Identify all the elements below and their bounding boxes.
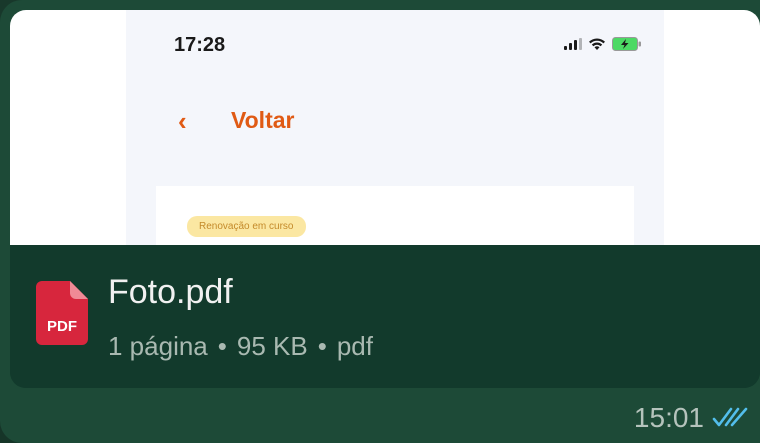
- file-size: 95 KB: [236, 331, 308, 361]
- signal-icon: [564, 38, 582, 50]
- preview-status-icons: [564, 37, 642, 51]
- file-pages: 1 página: [108, 331, 208, 361]
- back-chevron-icon: ‹: [178, 106, 187, 136]
- preview-phone-screenshot: 17:28 ‹ Voltar Renovação em curso: [126, 10, 664, 245]
- wifi-icon: [588, 37, 606, 51]
- file-name: Foto.pdf: [108, 273, 233, 311]
- preview-status-time: 17:28: [174, 34, 226, 56]
- file-info[interactable]: PDF Foto.pdf 1 página • 95 KB • pdf: [10, 245, 760, 388]
- preview-content-card: Renovação em curso: [156, 186, 634, 245]
- file-type: pdf: [336, 331, 373, 361]
- meta-separator: •: [317, 331, 327, 361]
- document-preview[interactable]: 17:28 ‹ Voltar Renovação em curso: [10, 10, 760, 245]
- file-meta: 1 página • 95 KB • pdf: [108, 331, 373, 362]
- double-check-icon: [712, 406, 750, 430]
- message-meta: 15:01: [634, 402, 750, 434]
- document-card[interactable]: 17:28 ‹ Voltar Renovação em curso PDF Fo…: [10, 10, 760, 388]
- status-badge: Renovação em curso: [187, 216, 306, 237]
- pdf-icon-label: PDF: [47, 318, 77, 335]
- pdf-file-icon: PDF: [36, 281, 88, 345]
- meta-separator: •: [217, 331, 227, 361]
- message-bubble[interactable]: 17:28 ‹ Voltar Renovação em curso PDF Fo…: [0, 0, 760, 443]
- back-label: Voltar: [231, 107, 295, 133]
- battery-charging-icon: [612, 37, 642, 51]
- chat-screen: 17:28 ‹ Voltar Renovação em curso PDF Fo…: [0, 0, 760, 443]
- message-time: 15:01: [633, 402, 704, 433]
